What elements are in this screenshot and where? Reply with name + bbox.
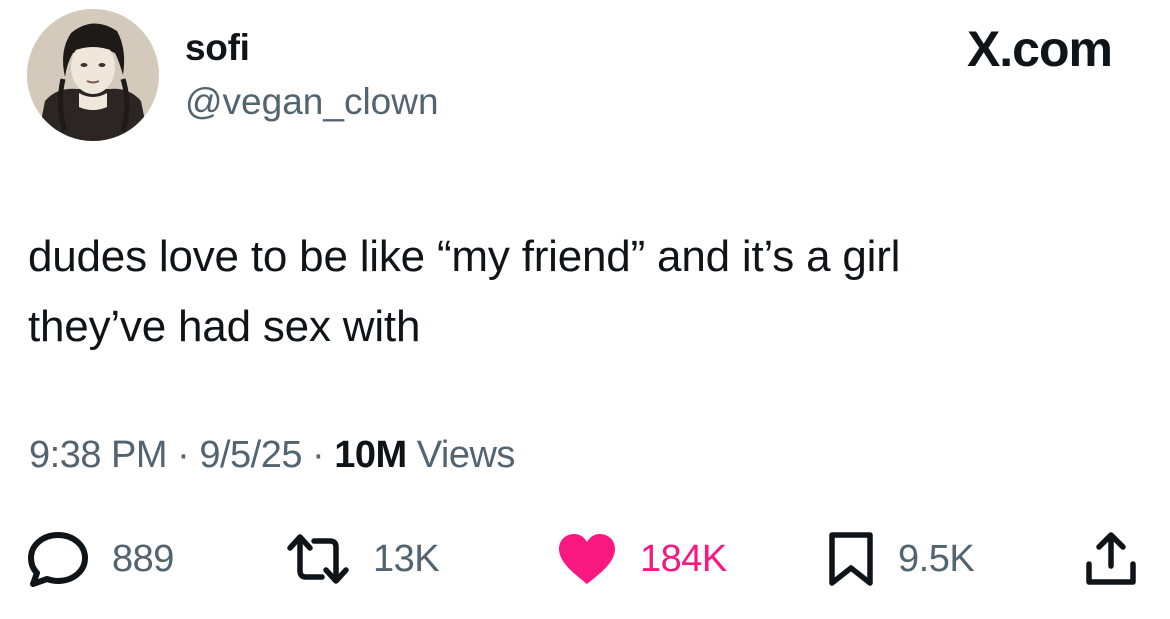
tweet-time[interactable]: 9:38 PM — [29, 434, 168, 476]
bookmark-count: 9.5K — [898, 537, 975, 580]
tweet-text: dudes love to be like “my friend” and it… — [28, 222, 1138, 362]
repost-icon — [286, 533, 350, 585]
bookmark-icon — [827, 530, 875, 588]
repost-button[interactable]: 13K — [286, 529, 440, 589]
repost-count: 13K — [373, 537, 440, 580]
share-button[interactable] — [1084, 529, 1138, 589]
views-count: 10M — [334, 434, 407, 476]
share-icon — [1084, 530, 1138, 588]
tweet-text-line: they’ve had sex with — [28, 302, 421, 351]
avatar-photo — [27, 9, 159, 141]
views-label: Views — [416, 434, 516, 476]
site-logo: X.com — [966, 21, 1113, 77]
tweet-meta: 9:38 PM · 9/5/25 · 10M Views — [29, 436, 515, 474]
display-name[interactable]: sofi — [185, 29, 250, 66]
tweet-text-line: dudes love to be like “my friend” and it… — [28, 232, 901, 281]
bookmark-button[interactable]: 9.5K — [827, 529, 975, 589]
like-button[interactable]: 184K — [557, 529, 727, 589]
tweet-date[interactable]: 9/5/25 — [199, 434, 302, 476]
action-bar: 889 13K 184K 9.5K — [0, 529, 1170, 589]
reply-button[interactable]: 889 — [27, 529, 174, 589]
reply-icon — [27, 531, 89, 587]
meta-separator: · — [312, 434, 325, 476]
like-count: 184K — [640, 537, 727, 580]
reply-count: 889 — [112, 537, 174, 580]
user-handle[interactable]: @vegan_clown — [185, 83, 439, 120]
heart-icon — [557, 532, 617, 586]
avatar[interactable] — [27, 9, 159, 141]
meta-separator: · — [177, 434, 190, 476]
